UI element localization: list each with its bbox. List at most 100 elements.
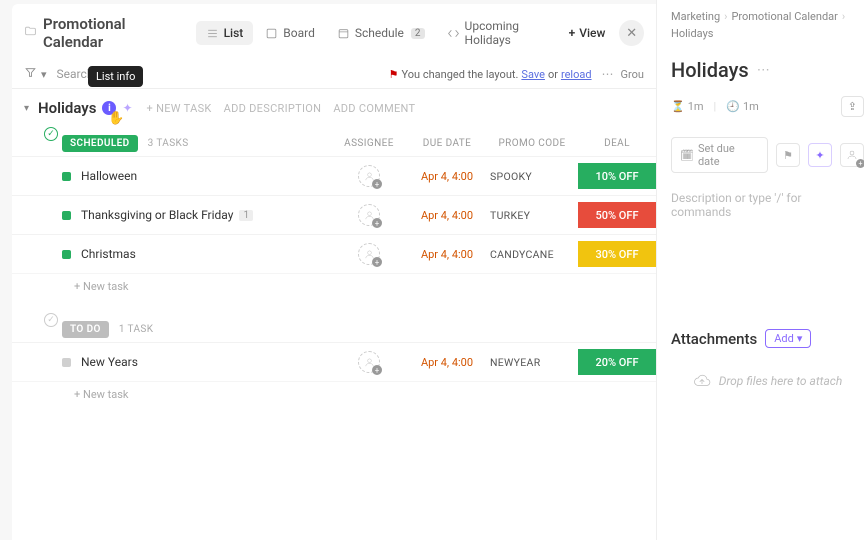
task-name[interactable]: Christmas xyxy=(81,247,330,261)
cloud-upload-icon xyxy=(693,372,711,390)
tab-label: Schedule xyxy=(355,26,404,40)
description-input[interactable]: Description or type '/' for commands xyxy=(671,191,864,219)
sparkle-icon[interactable]: ✦ xyxy=(808,143,832,167)
tab-schedule[interactable]: Schedule 2 xyxy=(327,21,435,45)
assignee-cell[interactable] xyxy=(330,243,408,265)
assignee-placeholder-icon[interactable] xyxy=(358,243,380,265)
attachments-section: Attachments Add ▾ Drop files here to att… xyxy=(671,329,864,390)
main-area: Promotional Calendar List Board Schedule… xyxy=(12,4,656,540)
list-info-button[interactable]: i xyxy=(102,101,116,115)
columns-header: SCHEDULED 3 TASKS ASSIGNEE DUE DATE PROM… xyxy=(12,127,656,156)
attachment-dropzone[interactable]: Drop files here to attach xyxy=(671,372,864,390)
time-estimate[interactable]: ⏳ 1m xyxy=(671,100,704,113)
add-description-action[interactable]: ADD DESCRIPTION xyxy=(224,102,322,115)
task-name[interactable]: Halloween xyxy=(81,169,330,183)
add-attachment-button[interactable]: Add ▾ xyxy=(765,329,811,348)
warning-icon: ⚑ xyxy=(389,68,399,81)
more-options[interactable]: ⋯ xyxy=(602,67,615,81)
panel-title-row: Holidays ⋯ xyxy=(671,58,864,82)
status-chip-todo[interactable]: TO DO xyxy=(62,321,109,338)
tab-upcoming-holidays[interactable]: Upcoming Holidays xyxy=(437,14,555,52)
list-info-tooltip: List info xyxy=(88,66,143,87)
save-link[interactable]: Save xyxy=(521,68,545,81)
new-task-action[interactable]: + NEW TASK xyxy=(147,102,212,115)
side-panel: Marketing › Promotional Calendar › Holid… xyxy=(656,0,864,540)
promo-code-cell[interactable]: NEWYEAR xyxy=(486,356,578,369)
board-icon xyxy=(265,27,278,40)
status-chip-scheduled[interactable]: SCHEDULED xyxy=(62,135,138,152)
page-title[interactable]: Promotional Calendar xyxy=(43,15,182,51)
task-row[interactable]: Christmas Apr 4, 4:00 CANDYCANE 30% OFF xyxy=(12,234,656,273)
sparkle-icon[interactable]: ✦ xyxy=(122,101,132,115)
assignee-placeholder-icon[interactable] xyxy=(358,351,380,373)
clock-icon: 🕘 xyxy=(726,100,740,113)
flag-icon[interactable]: ⚑ xyxy=(776,143,800,167)
view-label: View xyxy=(579,26,605,40)
due-date-cell[interactable]: Apr 4, 4:00 xyxy=(408,209,486,222)
list-title[interactable]: Holidays xyxy=(38,99,96,117)
filter-icon[interactable] xyxy=(24,66,37,82)
deal-cell[interactable]: 10% OFF xyxy=(578,163,656,189)
status-dot-icon[interactable] xyxy=(62,250,71,259)
task-row[interactable]: Thanksgiving or Black Friday 1 Apr 4, 4:… xyxy=(12,195,656,234)
tabs: List Board Schedule 2 Upcoming Holidays … xyxy=(196,14,614,52)
group-label[interactable]: Grou xyxy=(621,68,644,81)
col-deal[interactable]: DEAL xyxy=(578,138,656,149)
col-promo-code[interactable]: PROMO CODE xyxy=(486,138,578,149)
assignee-cell[interactable] xyxy=(330,165,408,187)
reload-link[interactable]: reload xyxy=(561,68,592,81)
add-view-button[interactable]: + View xyxy=(561,21,614,45)
task-name[interactable]: Thanksgiving or Black Friday 1 xyxy=(81,208,330,222)
share-button[interactable]: ⇪ xyxy=(841,96,864,117)
subtask-count[interactable]: 1 xyxy=(239,210,253,221)
chevron-down-icon[interactable]: ▾ xyxy=(41,68,47,81)
col-due-date[interactable]: DUE DATE xyxy=(408,138,486,149)
deal-cell[interactable]: 20% OFF xyxy=(578,349,656,375)
check-circle-icon[interactable]: ✓ xyxy=(44,313,58,327)
assignee-placeholder-icon[interactable] xyxy=(358,204,380,226)
promo-code-cell[interactable]: CANDYCANE xyxy=(486,248,578,261)
tab-board[interactable]: Board xyxy=(255,21,325,45)
collapse-caret-icon[interactable]: ▾ xyxy=(24,103,29,114)
due-date-cell[interactable]: Apr 4, 4:00 xyxy=(408,170,486,183)
status-dot-icon[interactable] xyxy=(62,172,71,181)
hourglass-icon: ⏳ xyxy=(671,100,685,113)
due-date-cell[interactable]: Apr 4, 4:00 xyxy=(408,248,486,261)
assignee-cell[interactable] xyxy=(330,204,408,226)
set-due-date-button[interactable]: 🗓 Set due date xyxy=(671,137,768,173)
list-header-actions: + NEW TASK ADD DESCRIPTION ADD COMMENT xyxy=(147,102,416,115)
status-dot-icon[interactable] xyxy=(62,211,71,220)
breadcrumb-item[interactable]: Marketing xyxy=(671,10,720,23)
assignee-cell[interactable] xyxy=(330,351,408,373)
chevron-right-icon: › xyxy=(724,10,727,23)
promo-code-cell[interactable]: TURKEY xyxy=(486,209,578,222)
list-icon xyxy=(206,27,219,40)
check-circle-icon[interactable]: ✓ xyxy=(44,127,58,141)
assignee-placeholder-icon[interactable] xyxy=(358,165,380,187)
tab-list[interactable]: List xyxy=(196,21,254,45)
new-task-button[interactable]: + New task xyxy=(12,273,656,299)
add-assignee-button[interactable] xyxy=(840,143,864,167)
task-row[interactable]: New Years Apr 4, 4:00 NEWYEAR 20% OFF xyxy=(12,342,656,381)
new-task-button[interactable]: + New task xyxy=(12,381,656,407)
tab-label: Board xyxy=(283,26,315,40)
promo-code-cell[interactable]: SPOOKY xyxy=(486,170,578,183)
due-date-cell[interactable]: Apr 4, 4:00 xyxy=(408,356,486,369)
time-tracked[interactable]: 🕘 1m xyxy=(726,100,759,113)
breadcrumb-item[interactable]: Promotional Calendar xyxy=(731,10,837,23)
more-options[interactable]: ⋯ xyxy=(757,63,771,78)
task-count: 3 TASKS xyxy=(148,138,189,149)
task-row[interactable]: Halloween Apr 4, 4:00 SPOOKY 10% OFF xyxy=(12,156,656,195)
deal-cell[interactable]: 50% OFF xyxy=(578,202,656,228)
deal-cell[interactable]: 30% OFF xyxy=(578,241,656,267)
panel-title[interactable]: Holidays xyxy=(671,58,749,82)
col-assignee[interactable]: ASSIGNEE xyxy=(330,138,408,149)
add-comment-action[interactable]: ADD COMMENT xyxy=(333,102,415,115)
folder-icon xyxy=(24,25,37,42)
status-dot-icon[interactable] xyxy=(62,358,71,367)
columns-header: TO DO 1 TASK xyxy=(12,313,656,342)
breadcrumb-item[interactable]: Holidays xyxy=(671,27,713,40)
task-name[interactable]: New Years xyxy=(81,355,330,369)
plus-icon: + xyxy=(569,26,576,40)
close-button[interactable]: ✕ xyxy=(619,20,644,46)
